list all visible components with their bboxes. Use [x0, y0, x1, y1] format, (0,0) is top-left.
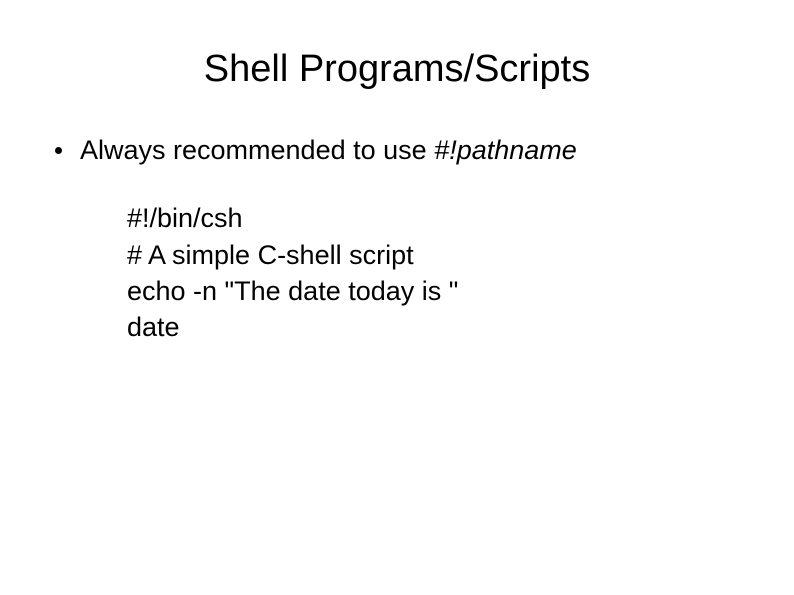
slide-container: Shell Programs/Scripts Always recommende… — [0, 0, 794, 595]
bullet-text-italic: #!pathname — [434, 135, 577, 165]
code-block: #!/bin/csh # A simple C-shell script ech… — [55, 200, 754, 346]
bullet-item: Always recommended to use #!pathname — [55, 133, 754, 168]
slide-title: Shell Programs/Scripts — [0, 48, 794, 91]
code-line: #!/bin/csh — [127, 200, 754, 236]
bullet-text: Always recommended to use #!pathname — [80, 133, 577, 168]
bullet-marker-icon — [55, 147, 62, 154]
code-line: echo -n "The date today is " — [127, 273, 754, 309]
code-line: date — [127, 309, 754, 345]
slide-content: Always recommended to use #!pathname #!/… — [0, 133, 794, 346]
code-line: # A simple C-shell script — [127, 237, 754, 273]
bullet-text-prefix: Always recommended to use — [80, 135, 434, 165]
